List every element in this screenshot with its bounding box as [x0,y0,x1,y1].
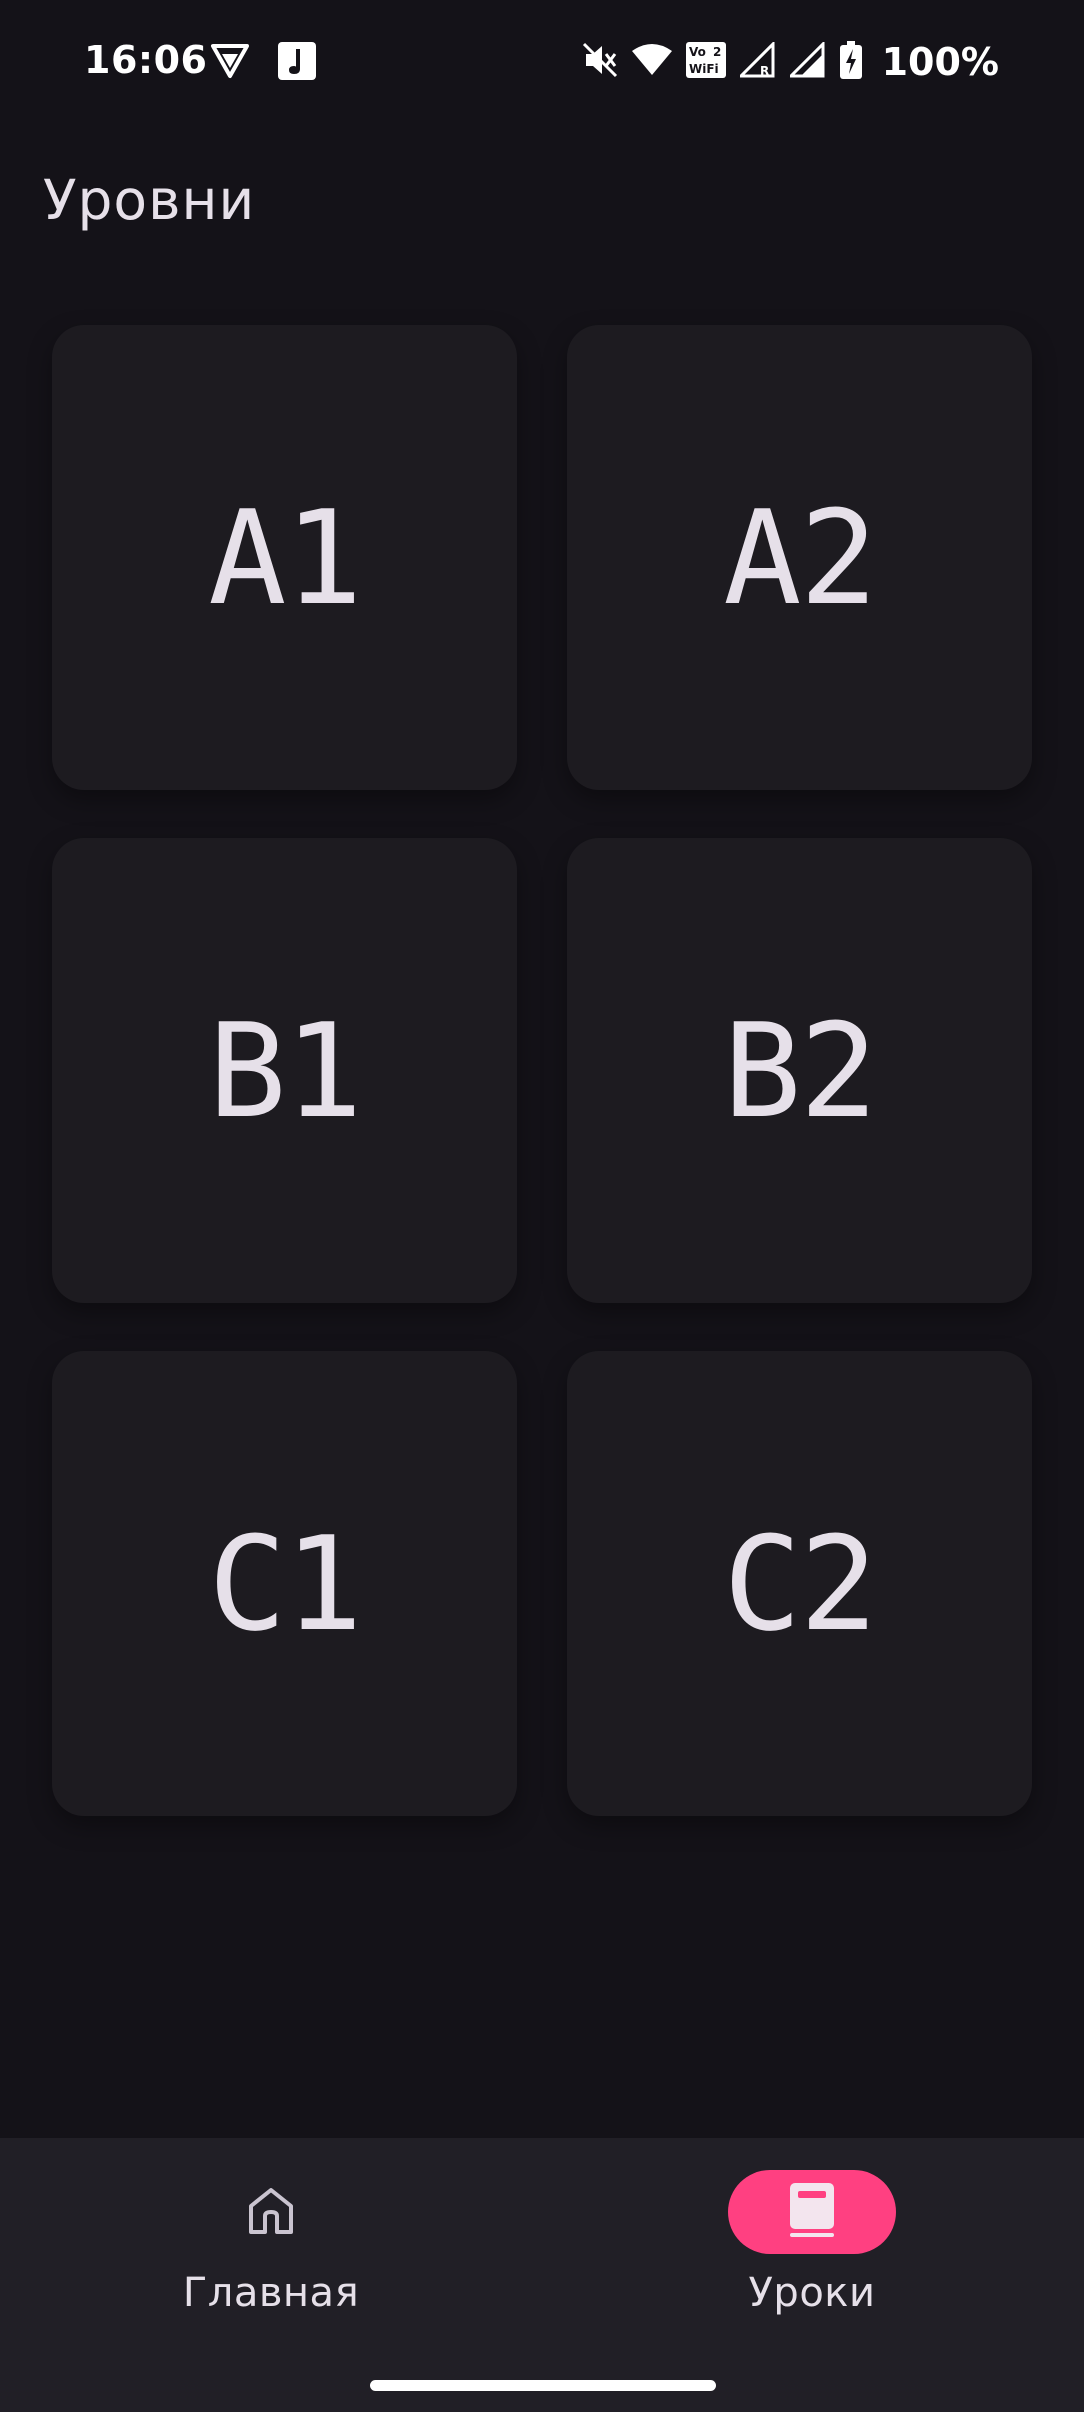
book-icon [788,2181,836,2243]
bottom-navigation: Главная Уроки [0,2138,1084,2412]
status-bar: 16:06 Vo 2 WiFi R 100% [0,0,1084,126]
signal-roaming-icon: R [736,40,776,82]
level-card-a1[interactable]: A1 [52,325,517,790]
level-label: A2 [723,481,878,634]
level-card-b1[interactable]: B1 [52,838,517,1303]
level-card-c2[interactable]: C2 [567,1351,1032,1816]
home-icon [243,2182,299,2242]
vowifi-badge-num: 2 [713,45,721,59]
nav-item-home[interactable]: Главная [121,2170,421,2316]
level-label: C1 [208,1507,363,1660]
mute-icon [582,42,618,82]
nav-indicator-home [187,2170,355,2254]
nav-label-home: Главная [182,2270,360,2316]
wifi-icon [631,43,672,81]
battery-percentage: 100% [881,40,999,84]
roaming-label: R [760,64,769,78]
level-card-c1[interactable]: C1 [52,1351,517,1816]
status-right-icons: Vo 2 WiFi R 100% [582,40,999,84]
signal-icon [786,40,826,82]
vpn-shield-icon [210,43,250,83]
nav-item-lessons[interactable]: Уроки [662,2170,962,2316]
vowifi-badge-top: Vo [689,45,706,59]
level-label: B2 [723,994,878,1147]
nav-indicator-lessons [728,2170,896,2254]
level-label: C2 [723,1507,878,1660]
status-time: 16:06 [84,38,208,82]
vowifi-badge-bottom: WiFi [689,62,719,76]
level-label: A1 [208,481,363,634]
gesture-navigation-bar[interactable] [370,2380,716,2391]
music-app-icon [278,42,316,84]
level-card-a2[interactable]: A2 [567,325,1032,790]
nav-label-lessons: Уроки [748,2270,876,2316]
status-left-icons [210,42,316,84]
level-grid: A1 A2 B1 B2 C1 C2 [52,325,1032,1816]
vowifi-badge-icon: Vo 2 WiFi [685,42,726,82]
battery-charging-icon [839,41,862,83]
level-card-b2[interactable]: B2 [567,838,1032,1303]
page-title: Уровни [43,168,256,232]
level-label: B1 [208,994,363,1147]
